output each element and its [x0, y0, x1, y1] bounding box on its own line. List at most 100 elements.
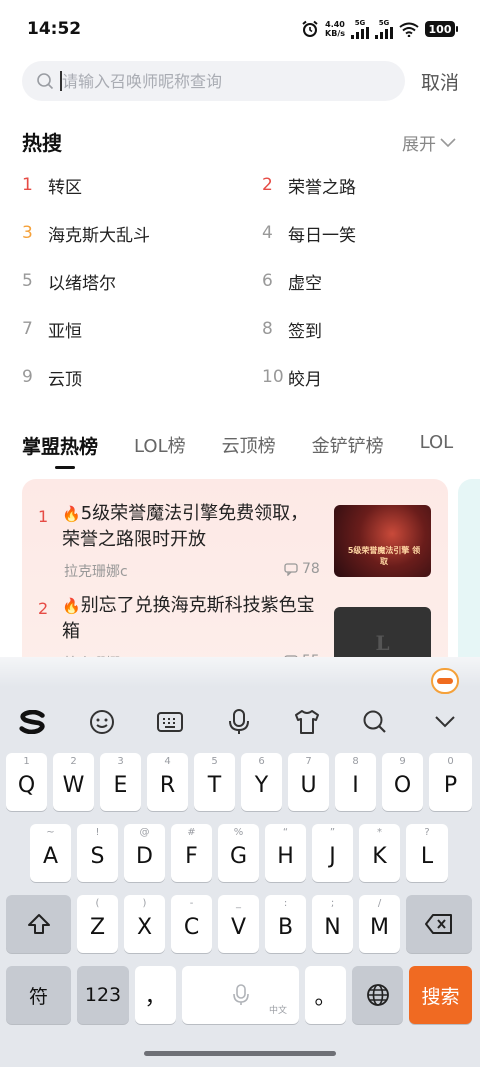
sogou-logo-icon[interactable]: [18, 707, 48, 737]
key-p[interactable]: 0P: [429, 753, 472, 811]
hot-search-item[interactable]: 10 皎月: [262, 353, 480, 401]
key-z[interactable]: (Z: [77, 895, 118, 953]
search-icon[interactable]: [360, 707, 390, 737]
key-s[interactable]: ! S: [77, 824, 118, 882]
hot-search-item[interactable]: 8 签到: [262, 305, 480, 353]
key-q[interactable]: 1Q: [6, 753, 47, 811]
news-author: 拉克珊娜c: [64, 564, 128, 580]
emoji-icon[interactable]: [87, 707, 117, 737]
shift-key[interactable]: [6, 895, 71, 953]
key-m[interactable]: / M: [359, 895, 400, 953]
key-l[interactable]: ? L: [406, 824, 448, 882]
hot-search-item[interactable]: 4 每日一笑: [262, 209, 480, 257]
home-indicator[interactable]: [144, 1051, 336, 1056]
cancel-button[interactable]: 取消: [421, 68, 459, 95]
hot-search-item[interactable]: 9 云顶: [22, 353, 242, 401]
status-time: 14:52: [27, 19, 82, 39]
status-bar: 14:52 4.40 KB/s 5G 5G 100: [0, 0, 480, 58]
search-bar[interactable]: [22, 61, 405, 101]
space-key[interactable]: 中文: [182, 966, 299, 1024]
key-i[interactable]: 8I: [335, 753, 376, 811]
fire-icon: 🔥: [62, 597, 81, 615]
hot-rank: 3: [22, 223, 33, 243]
hot-search-item[interactable]: 1 转区: [22, 161, 242, 209]
hot-rank: 5: [22, 271, 33, 291]
hot-news-card: 1 🔥5级荣誉魔法引擎免费领取，荣誉之路限时开放 拉克珊娜c 78 5级荣誉魔法…: [22, 479, 448, 679]
key-g[interactable]: % G: [218, 824, 259, 882]
numeric-key[interactable]: 123: [77, 966, 129, 1024]
expand-button[interactable]: 展开: [402, 130, 456, 155]
keyboard-mascot-icon[interactable]: [431, 668, 459, 694]
key-u[interactable]: 7U: [288, 753, 329, 811]
hot-label: 荣誉之路: [288, 177, 356, 198]
hot-label: 转区: [48, 177, 82, 198]
microphone-icon: [232, 984, 249, 1005]
tab-jinchanchan[interactable]: 金铲铲榜: [312, 432, 384, 472]
hot-rank: 7: [22, 319, 33, 339]
key-f[interactable]: # F: [171, 824, 212, 882]
tab-zhangmeng-hot[interactable]: 掌盟热榜: [22, 432, 98, 472]
search-input[interactable]: [62, 71, 362, 91]
key-o[interactable]: 9O: [382, 753, 423, 811]
key-n[interactable]: ; N: [312, 895, 353, 953]
hot-label: 虚空: [288, 273, 322, 294]
globe-key[interactable]: [352, 966, 403, 1024]
ranking-tabs: 掌盟热榜 LOL榜 云顶榜 金铲铲榜 LOL: [22, 432, 480, 472]
news-comments: 78: [284, 561, 320, 577]
hot-search-item[interactable]: 2 荣誉之路: [262, 161, 480, 209]
shift-icon: [27, 914, 50, 934]
keyboard-fade: [0, 657, 480, 687]
next-card-peek[interactable]: [458, 479, 480, 679]
hot-label: 云顶: [48, 369, 82, 390]
news-thumbnail[interactable]: 5级荣誉魔法引擎 领取: [334, 505, 431, 577]
hot-rank: 10: [262, 367, 284, 387]
key-h[interactable]: “H: [265, 824, 306, 882]
symbol-key[interactable]: 符: [6, 966, 71, 1024]
hot-search-item[interactable]: 7 亚恒: [22, 305, 242, 353]
key-a[interactable]: ~ A: [30, 824, 71, 882]
hot-label: 皎月: [288, 369, 322, 390]
key-b[interactable]: :B: [265, 895, 306, 953]
wifi-icon: [399, 22, 419, 37]
comma-key[interactable]: ，: [135, 966, 176, 1024]
tab-lol[interactable]: LOL榜: [134, 432, 186, 472]
hot-rank: 2: [262, 175, 273, 195]
key-c[interactable]: -C: [171, 895, 212, 953]
hot-rank: 1: [22, 175, 33, 195]
key-j[interactable]: ” J: [312, 824, 353, 882]
skin-icon[interactable]: [292, 707, 322, 737]
chevron-down-icon: [440, 137, 456, 147]
tab-lol-more[interactable]: LOL: [420, 432, 454, 472]
key-e[interactable]: 3E: [100, 753, 141, 811]
key-v[interactable]: _ V: [218, 895, 259, 953]
hot-search-item[interactable]: 5 以绪塔尔: [22, 257, 242, 305]
signal-bars-icon: [375, 26, 393, 39]
signal-sim2: 5G: [375, 19, 393, 39]
search-key[interactable]: 搜索: [409, 966, 472, 1024]
hot-label: 签到: [288, 321, 322, 342]
keyboard-icon[interactable]: [155, 707, 185, 737]
news-rank: 2: [38, 599, 49, 618]
hot-label: 亚恒: [48, 321, 82, 342]
key-r[interactable]: 4R: [147, 753, 188, 811]
collapse-keyboard-icon[interactable]: [430, 707, 460, 737]
period-key[interactable]: 。: [305, 966, 346, 1024]
voice-icon[interactable]: [224, 707, 254, 737]
key-t[interactable]: 5T: [194, 753, 235, 811]
news-title: 🔥别忘了兑换海克斯科技紫色宝箱: [62, 595, 315, 642]
hot-rank: 8: [262, 319, 273, 339]
tab-tft[interactable]: 云顶榜: [222, 432, 276, 472]
hot-label: 每日一笑: [288, 225, 356, 246]
hot-label: 海克斯大乱斗: [48, 225, 150, 246]
key-w[interactable]: 2W: [53, 753, 94, 811]
hot-search-item[interactable]: 3 海克斯大乱斗: [22, 209, 242, 257]
hot-rank: 4: [262, 223, 273, 243]
key-x[interactable]: ) X: [124, 895, 165, 953]
key-d[interactable]: @ D: [124, 824, 165, 882]
battery-indicator: 100: [425, 21, 458, 37]
key-y[interactable]: 6Y: [241, 753, 282, 811]
backspace-key[interactable]: [406, 895, 472, 953]
comment-icon: [284, 562, 298, 576]
hot-search-item[interactable]: 6 虚空: [262, 257, 480, 305]
key-k[interactable]: * K: [359, 824, 400, 882]
